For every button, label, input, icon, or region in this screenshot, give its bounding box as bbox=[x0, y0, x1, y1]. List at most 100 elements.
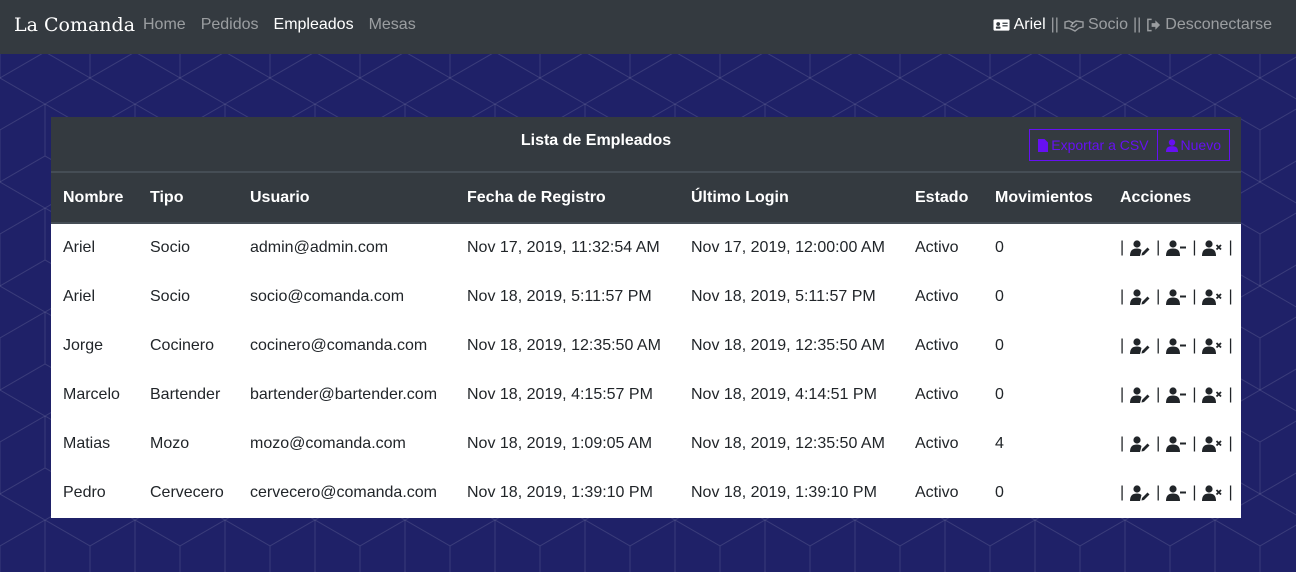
column-header-tipo: Tipo bbox=[138, 173, 238, 224]
action-separator: | bbox=[1120, 434, 1125, 452]
column-header-movimientos: Movimientos bbox=[983, 173, 1108, 224]
cell-tipo: Cocinero bbox=[150, 336, 215, 354]
nav-link-pedidos[interactable]: Pedidos bbox=[201, 16, 259, 34]
action-separator: | bbox=[1156, 287, 1161, 305]
new-employee-button[interactable]: Nuevo bbox=[1156, 129, 1230, 161]
cell-acciones: | | | | bbox=[1108, 272, 1241, 321]
action-separator: | bbox=[1156, 434, 1161, 452]
cell-tipo: Mozo bbox=[150, 434, 190, 452]
cell-tipo: Socio bbox=[150, 239, 191, 256]
user-edit-icon[interactable] bbox=[1130, 240, 1150, 256]
cell-movimientos: 0 bbox=[995, 287, 1004, 305]
cell-fecha-registro: Nov 17, 2019, 11:32:54 AM bbox=[467, 239, 660, 256]
user-times-icon[interactable] bbox=[1202, 386, 1223, 403]
user-minus-icon[interactable] bbox=[1166, 435, 1187, 452]
action-separator: | bbox=[1120, 239, 1125, 256]
cell-acciones: | | | | bbox=[1108, 468, 1241, 517]
cell-estado: Activo bbox=[915, 336, 959, 354]
card-title: Lista de Empleados bbox=[520, 132, 672, 149]
cell-tipo: Bartender bbox=[150, 385, 221, 403]
nav-link-mesas[interactable]: Mesas bbox=[369, 16, 416, 34]
action-separator: | bbox=[1192, 483, 1197, 501]
header-actions: Exportar a CSV Nuevo bbox=[1029, 129, 1230, 161]
new-employee-label: Nuevo bbox=[1180, 137, 1221, 153]
user-minus-icon[interactable] bbox=[1166, 240, 1187, 256]
row-actions: | | | | bbox=[1120, 435, 1233, 453]
export-csv-button[interactable]: Exportar a CSV bbox=[1029, 129, 1158, 161]
user-menu: Ariel || Socio || Desconectarse bbox=[993, 16, 1272, 34]
action-separator: | bbox=[1228, 483, 1233, 501]
user-times-icon[interactable] bbox=[1202, 435, 1223, 452]
action-separator: | bbox=[1192, 434, 1197, 452]
cell-estado: Activo bbox=[915, 385, 959, 403]
action-separator: | bbox=[1228, 336, 1233, 354]
cell-movimientos: 0 bbox=[995, 336, 1004, 354]
handshake-icon bbox=[1064, 20, 1084, 32]
user-edit-icon[interactable] bbox=[1130, 484, 1150, 501]
cell-acciones: | | | | bbox=[1108, 223, 1241, 272]
user-minus-icon[interactable] bbox=[1166, 337, 1187, 354]
cell-movimientos: 0 bbox=[995, 239, 1004, 256]
nav-link-home[interactable]: Home bbox=[143, 16, 186, 34]
cell-nombre: Marcelo bbox=[63, 385, 120, 403]
cell-nombre: Matias bbox=[63, 434, 111, 452]
logout-label: Desconectarse bbox=[1165, 16, 1272, 33]
role-link[interactable]: Socio bbox=[1064, 16, 1128, 34]
column-header-nombre: Nombre bbox=[51, 173, 138, 224]
cell-movimientos: 0 bbox=[995, 483, 1004, 501]
action-separator: | bbox=[1120, 287, 1125, 305]
column-header-acciones: Acciones bbox=[1108, 173, 1241, 224]
user-times-icon[interactable] bbox=[1202, 484, 1223, 501]
row-actions: | | | | bbox=[1120, 239, 1233, 257]
user-edit-icon[interactable] bbox=[1130, 288, 1150, 305]
action-separator: | bbox=[1120, 483, 1125, 501]
cell-ultimo-login: Nov 18, 2019, 5:11:57 PM bbox=[691, 287, 876, 305]
logout-link[interactable]: Desconectarse bbox=[1146, 16, 1272, 34]
user-times-icon[interactable] bbox=[1202, 288, 1223, 305]
brand-logo[interactable]: La Comanda bbox=[14, 14, 135, 36]
user-edit-icon[interactable] bbox=[1130, 337, 1150, 354]
cell-ultimo-login: Nov 18, 2019, 4:14:51 PM bbox=[691, 385, 877, 403]
table-row: Ariel Socio admin@admin.com Nov 17, 2019… bbox=[51, 223, 1241, 272]
cell-nombre: Jorge bbox=[63, 336, 104, 354]
separator: || bbox=[1132, 16, 1142, 33]
user-minus-icon[interactable] bbox=[1166, 288, 1187, 305]
table-row: Jorge Cocinero cocinero@comanda.com Nov … bbox=[51, 321, 1241, 370]
user-minus-icon[interactable] bbox=[1166, 386, 1187, 403]
action-separator: | bbox=[1228, 239, 1233, 256]
user-times-icon[interactable] bbox=[1202, 337, 1223, 354]
role-name: Socio bbox=[1087, 16, 1128, 33]
cell-estado: Activo bbox=[915, 434, 959, 452]
file-icon bbox=[1038, 138, 1049, 152]
user-edit-icon[interactable] bbox=[1130, 386, 1150, 403]
user-icon bbox=[1165, 138, 1178, 152]
row-actions: | | | | bbox=[1120, 484, 1233, 502]
cell-tipo: Socio bbox=[150, 287, 191, 305]
user-minus-icon[interactable] bbox=[1166, 484, 1187, 501]
user-link[interactable]: Ariel bbox=[993, 16, 1046, 34]
user-name: Ariel bbox=[1013, 16, 1046, 33]
cell-estado: Activo bbox=[915, 483, 959, 501]
cell-fecha-registro: Nov 18, 2019, 1:39:10 PM bbox=[467, 483, 653, 501]
cell-ultimo-login: Nov 17, 2019, 12:00:00 AM bbox=[691, 239, 885, 256]
navbar: La Comanda Home Pedidos Empleados Mesas … bbox=[0, 0, 1296, 54]
user-edit-icon[interactable] bbox=[1130, 435, 1150, 452]
nav-link-empleados[interactable]: Empleados bbox=[274, 16, 354, 34]
user-times-icon[interactable] bbox=[1202, 240, 1223, 256]
action-separator: | bbox=[1192, 239, 1197, 256]
action-separator: | bbox=[1228, 385, 1233, 403]
column-header-fecha-registro: Fecha de Registro bbox=[455, 173, 679, 224]
cell-nombre: Ariel bbox=[63, 287, 96, 305]
action-separator: | bbox=[1120, 336, 1125, 354]
action-separator: | bbox=[1156, 385, 1161, 403]
cell-fecha-registro: Nov 18, 2019, 5:11:57 PM bbox=[467, 287, 652, 305]
cell-usuario: bartender@bartender.com bbox=[250, 385, 438, 403]
column-header-ultimo-login: Último Login bbox=[679, 173, 903, 224]
cell-nombre: Pedro bbox=[63, 483, 106, 501]
table-header-row: Nombre Tipo Usuario Fecha de Registro Úl… bbox=[51, 173, 1241, 224]
cell-nombre: Ariel bbox=[63, 239, 96, 256]
table-row: Ariel Socio socio@comanda.com Nov 18, 20… bbox=[51, 272, 1241, 321]
cell-acciones: | | | | bbox=[1108, 321, 1241, 370]
cell-usuario: cervecero@comanda.com bbox=[250, 483, 437, 501]
separator: || bbox=[1050, 16, 1059, 33]
